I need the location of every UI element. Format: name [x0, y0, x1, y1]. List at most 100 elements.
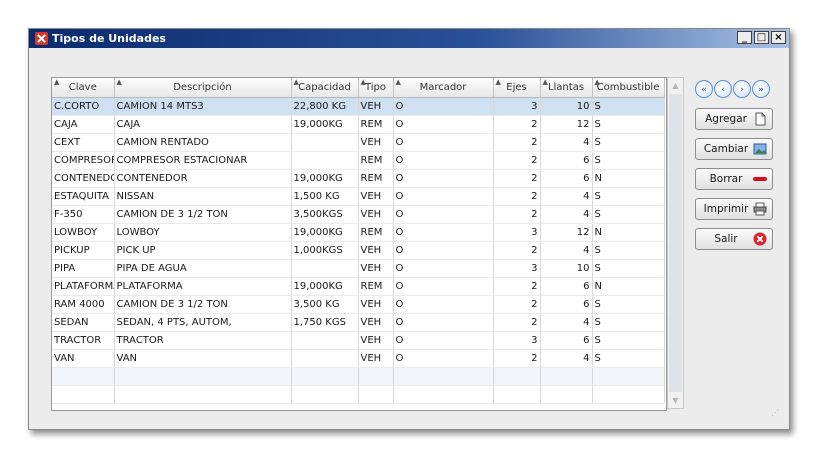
table-row[interactable]: LOWBOY LOWBOY 19,000KG REM O 3 12 N — [52, 223, 665, 242]
table-cell: REM — [358, 223, 394, 242]
column-header[interactable]: ▲ Llantas — [540, 78, 593, 98]
column-header-label: Tipo — [364, 82, 387, 93]
table-row[interactable]: RAM 4000 CAMION DE 3 1/2 TON 3,500 KG VEH O 2… — [52, 295, 665, 314]
column-header-label: Descripción — [173, 82, 232, 93]
table-cell: O — [393, 187, 494, 206]
table-cell: N — [592, 223, 665, 242]
column-header[interactable]: ▲ Descripción — [114, 78, 292, 98]
table-row[interactable]: COMPRESOR COMPRESOR ESTACIONAR REM O 2 6 S — [52, 151, 665, 170]
column-header[interactable]: ▲ Marcador — [393, 78, 494, 98]
borrar-label: Borrar — [709, 173, 743, 185]
table-cell: VAN — [52, 349, 115, 368]
empty-cell — [358, 385, 394, 404]
table-cell: PIPA DE AGUA — [114, 259, 292, 278]
table-cell: REM — [358, 169, 394, 188]
table-row[interactable]: PLATAFORMA PLATAFORMA 19,000KG REM O 2 6 N — [52, 277, 665, 296]
column-header[interactable]: ▲ Ejes — [493, 78, 541, 98]
table-cell: 1,750 KGS — [291, 313, 359, 332]
imprimir-button[interactable]: Imprimir — [695, 198, 773, 220]
table-cell: 10 — [540, 97, 593, 116]
table-row[interactable]: CEXT CAMION RENTADO VEH O 2 4 S — [52, 133, 665, 152]
table-row[interactable]: C.CORTO CAMION 14 MTS3 22,800 KG VEH O 3 10 S — [52, 97, 665, 116]
table-row[interactable]: VAN VAN VEH O 2 4 S — [52, 349, 665, 368]
table-row[interactable]: CONTENEDORCONTENEDOR19,000KGREMO26N — [52, 169, 665, 188]
table-cell: CAMION DE 3 1/2 TON — [114, 205, 292, 224]
tipos-unidades-window: Tipos de Unidades _ □ × ▲ Clave ▲ Descripci… — [28, 28, 790, 430]
table-cell: S — [592, 295, 665, 314]
table-cell: O — [393, 313, 494, 332]
table-cell: O — [393, 151, 494, 170]
resize-grip-icon[interactable]: ⋰ — [771, 408, 779, 417]
sort-arrow-icon: ▲ — [54, 78, 60, 86]
table-cell: 6 — [540, 331, 593, 350]
table-cell: 2 — [493, 133, 541, 152]
empty-cell — [592, 385, 665, 404]
column-header-label: Combustible — [596, 82, 660, 93]
maximize-button[interactable]: □ — [754, 31, 769, 44]
table-cell: O — [393, 115, 494, 134]
scroll-thumb[interactable] — [669, 94, 682, 392]
empty-cell — [291, 367, 359, 386]
column-header[interactable]: ▲ Combustible — [592, 78, 665, 98]
table-cell: O — [393, 295, 494, 314]
table-cell: 1,000KGS — [291, 241, 359, 260]
new-document-icon — [755, 112, 766, 126]
table-row[interactable]: TRACTOR TRACTOR VEH O 3 6 S — [52, 331, 665, 350]
table-cell: VEH — [358, 259, 394, 278]
table-row[interactable]: PIPA PIPA DE AGUA VEH O 3 10 S — [52, 259, 665, 278]
cambiar-button[interactable]: Cambiar — [695, 138, 773, 160]
table-cell: LOWBOY — [52, 223, 115, 242]
first-record-button[interactable]: « — [695, 80, 713, 98]
previous-record-button[interactable]: ‹ — [714, 80, 732, 98]
table-row[interactable]: F-350 CAMION DE 3 1/2 TON 3,500KGS VEH O 2 4 S — [52, 205, 665, 224]
table-row[interactable]: SEDAN SEDAN, 4 PTS, AUTOM, 1,750 KGS VEH O 2 4… — [52, 313, 665, 332]
table-cell: VEH — [358, 241, 394, 260]
table-cell: S — [592, 313, 665, 332]
table-cell: 4 — [540, 133, 593, 152]
tools-icon — [35, 32, 48, 45]
table-cell: PIPA — [52, 259, 115, 278]
table-cell: 4 — [540, 313, 593, 332]
last-record-button[interactable]: » — [752, 80, 770, 98]
table-cell: CONTENEDOR — [114, 169, 292, 188]
table-row[interactable]: PICKUP PICK UP 1,000KGS VEH O 2 4 S — [52, 241, 665, 260]
borrar-button[interactable]: Borrar — [695, 168, 773, 190]
printer-icon — [753, 202, 767, 216]
title-bar: Tipos de Unidades _ □ × — [29, 29, 789, 48]
salir-button[interactable]: Salir — [695, 228, 773, 250]
column-header-label: Llantas — [547, 82, 585, 93]
vertical-scrollbar[interactable]: ▲ ▼ — [667, 77, 684, 409]
table-cell: F-350 — [52, 205, 115, 224]
empty-cell — [291, 385, 359, 404]
column-header[interactable]: ▲ Tipo — [358, 78, 394, 98]
table-row[interactable]: ESTAQUITA NISSAN 1,500 KG VEH O 2 4 S — [52, 187, 665, 206]
close-button[interactable]: × — [771, 31, 786, 44]
agregar-button[interactable]: Agregar — [695, 108, 773, 130]
column-header-label: Capacidad — [298, 82, 351, 93]
table-cell: CEXT — [52, 133, 115, 152]
scroll-up-icon[interactable]: ▲ — [668, 78, 683, 93]
table-cell: RAM 4000 — [52, 295, 115, 314]
table-cell: PLATAFORMA — [114, 277, 292, 296]
table-cell: SEDAN, 4 PTS, AUTOM, — [114, 313, 292, 332]
table-row[interactable]: CAJA CAJA 19,000KG REM O 2 12 S — [52, 115, 665, 134]
units-table[interactable]: ▲ Clave ▲ Descripción ▲ Capacidad ▲ Tipo ▲ Marcad… — [51, 77, 667, 411]
empty-cell — [393, 385, 494, 404]
table-cell: 6 — [540, 295, 593, 314]
next-record-button[interactable]: › — [733, 80, 751, 98]
minimize-button[interactable]: _ — [737, 31, 752, 44]
table-cell: 2 — [493, 241, 541, 260]
table-cell: O — [393, 205, 494, 224]
table-cell: NISSAN — [114, 187, 292, 206]
sort-arrow-icon: ▲ — [542, 78, 548, 86]
table-cell: 4 — [540, 205, 593, 224]
table-cell: N — [592, 277, 665, 296]
scroll-down-icon[interactable]: ▼ — [668, 393, 683, 408]
sort-arrow-icon: ▲ — [116, 78, 122, 86]
column-header[interactable]: ▲ Clave — [52, 78, 115, 98]
column-header[interactable]: ▲ Capacidad — [291, 78, 359, 98]
table-cell: 2 — [493, 295, 541, 314]
table-cell: TRACTOR — [114, 331, 292, 350]
table-cell: 19,000KG — [291, 277, 359, 296]
table-cell: VEH — [358, 295, 394, 314]
